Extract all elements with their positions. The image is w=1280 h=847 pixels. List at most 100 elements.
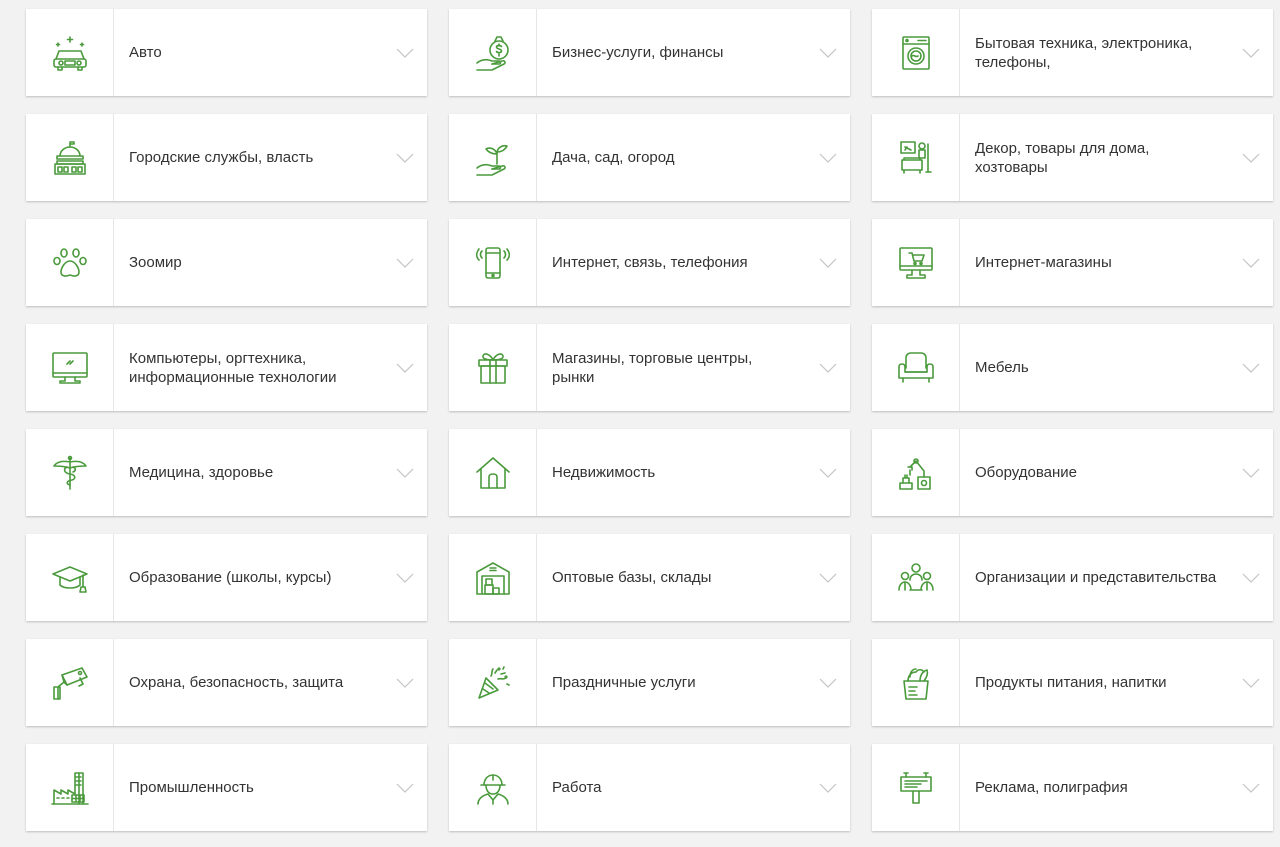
paw-icon	[52, 247, 87, 277]
chevron-down-icon[interactable]	[806, 534, 850, 621]
chevron-down-icon[interactable]	[1229, 639, 1273, 726]
category-tile[interactable]: Авто	[26, 9, 427, 96]
chevron-down-icon[interactable]	[806, 429, 850, 516]
category-tile[interactable]: Охрана, безопасность, защита	[26, 639, 427, 726]
category-icon-box	[26, 9, 114, 96]
category-tile[interactable]: Работа	[449, 744, 850, 831]
category-icon-box	[26, 324, 114, 411]
category-label: Магазины, торговые центры, рынки	[552, 349, 753, 386]
category-icon-box	[449, 324, 537, 411]
category-tile[interactable]: Праздничные услуги	[449, 639, 850, 726]
category-label: Праздничные услуги	[552, 674, 696, 691]
category-icon-box	[26, 114, 114, 201]
chevron-down-icon[interactable]	[383, 114, 427, 201]
category-label: Бизнес-услуги, финансы	[552, 44, 724, 61]
category-icon-box	[26, 744, 114, 831]
category-icon-box	[449, 114, 537, 201]
car-icon	[52, 35, 87, 71]
category-tile[interactable]: Недвижимость	[449, 429, 850, 516]
category-tile[interactable]: Образование (школы, курсы)	[26, 534, 427, 621]
washing-machine-icon	[901, 35, 930, 70]
category-label: Бытовая техника, электроника, телефоны,	[975, 34, 1193, 71]
category-label: Авто	[129, 44, 162, 61]
chevron-down-icon[interactable]	[383, 219, 427, 306]
category-label: Интернет-магазины	[975, 254, 1112, 271]
category-tile[interactable]: Бизнес-услуги, финансы	[449, 9, 850, 96]
category-label: Организации и представительства	[975, 569, 1217, 586]
category-tile[interactable]: Городские службы, власть	[26, 114, 427, 201]
chevron-down-icon[interactable]	[1229, 744, 1273, 831]
chevron-down-icon[interactable]	[383, 324, 427, 411]
category-label: Оптовые базы, склады	[552, 569, 712, 586]
chevron-down-icon[interactable]	[1229, 114, 1273, 201]
home-decor-icon	[899, 140, 932, 174]
category-tile[interactable]: Бытовая техника, электроника, телефоны,	[872, 9, 1273, 96]
category-tile[interactable]: Реклама, полиграфия	[872, 744, 1273, 831]
chevron-down-icon[interactable]	[383, 429, 427, 516]
chevron-down-icon[interactable]	[806, 639, 850, 726]
category-tile[interactable]: Медицина, здоровье	[26, 429, 427, 516]
category-tile[interactable]: Зоомир	[26, 219, 427, 306]
category-tile[interactable]: Продукты питания, напитки	[872, 639, 1273, 726]
category-tile[interactable]: Оптовые базы, склады	[449, 534, 850, 621]
category-label: Декор, товары для дома, хозтовары	[975, 139, 1150, 176]
category-icon-box	[26, 534, 114, 621]
category-tile[interactable]: Промышленность	[26, 744, 427, 831]
category-icon-box	[872, 9, 960, 96]
category-tile[interactable]: Организации и представительства	[872, 534, 1273, 621]
armchair-icon	[897, 351, 934, 383]
gift-box-icon	[477, 352, 508, 384]
category-tile[interactable]: Интернет, связь, телефония	[449, 219, 850, 306]
chevron-down-icon[interactable]	[806, 9, 850, 96]
chevron-down-icon[interactable]	[806, 114, 850, 201]
category-tile[interactable]: Мебель	[872, 324, 1273, 411]
chevron-down-icon[interactable]	[806, 219, 850, 306]
category-label: Мебель	[975, 359, 1029, 376]
category-icon-box	[449, 9, 537, 96]
chevron-down-icon[interactable]	[1229, 219, 1273, 306]
chevron-down-icon[interactable]	[1229, 9, 1273, 96]
chevron-down-icon[interactable]	[1229, 534, 1273, 621]
category-label: Компьютеры, оргтехника, информационные т…	[129, 349, 337, 386]
category-icon-box	[449, 534, 537, 621]
category-label: Медицина, здоровье	[129, 464, 274, 481]
chevron-down-icon[interactable]	[1229, 324, 1273, 411]
robot-arm-icon	[898, 457, 931, 490]
chevron-down-icon[interactable]	[806, 744, 850, 831]
government-building-icon	[53, 140, 86, 175]
category-label: Образование (школы, курсы)	[129, 569, 332, 586]
category-label: Зоомир	[129, 254, 182, 271]
category-tile[interactable]: Дача, сад, огород	[449, 114, 850, 201]
category-label: Интернет, связь, телефония	[552, 254, 748, 271]
category-icon-box	[26, 219, 114, 306]
security-camera-icon	[52, 666, 88, 700]
party-popper-icon	[477, 665, 510, 699]
category-label: Продукты питания, напитки	[975, 674, 1167, 691]
money-hand-icon	[475, 35, 509, 71]
chevron-down-icon[interactable]	[806, 324, 850, 411]
chevron-down-icon[interactable]	[383, 639, 427, 726]
caduceus-icon	[52, 455, 87, 490]
category-icon-box	[872, 744, 960, 831]
category-icon-box	[26, 429, 114, 516]
warehouse-icon	[475, 561, 510, 595]
category-icon-box	[872, 639, 960, 726]
category-tile[interactable]: Интернет-магазины	[872, 219, 1273, 306]
category-label: Оборудование	[975, 464, 1078, 481]
chevron-down-icon[interactable]	[383, 9, 427, 96]
chevron-down-icon[interactable]	[1229, 429, 1273, 516]
category-label: Работа	[552, 779, 602, 796]
category-icon-box	[872, 114, 960, 201]
category-tile[interactable]: Компьютеры, оргтехника, информационные т…	[26, 324, 427, 411]
graduation-cap-icon	[51, 565, 88, 593]
category-tile[interactable]: Оборудование	[872, 429, 1273, 516]
category-icon-box	[872, 534, 960, 621]
chevron-down-icon[interactable]	[383, 534, 427, 621]
category-label: Промышленность	[129, 779, 254, 796]
worker-helmet-icon	[476, 773, 509, 805]
category-tile[interactable]: Декор, товары для дома, хозтовары	[872, 114, 1273, 201]
chevron-down-icon[interactable]	[383, 744, 427, 831]
grocery-bag-icon	[902, 667, 929, 700]
category-tile[interactable]: Магазины, торговые центры, рынки	[449, 324, 850, 411]
monitor-cart-icon	[898, 246, 933, 279]
